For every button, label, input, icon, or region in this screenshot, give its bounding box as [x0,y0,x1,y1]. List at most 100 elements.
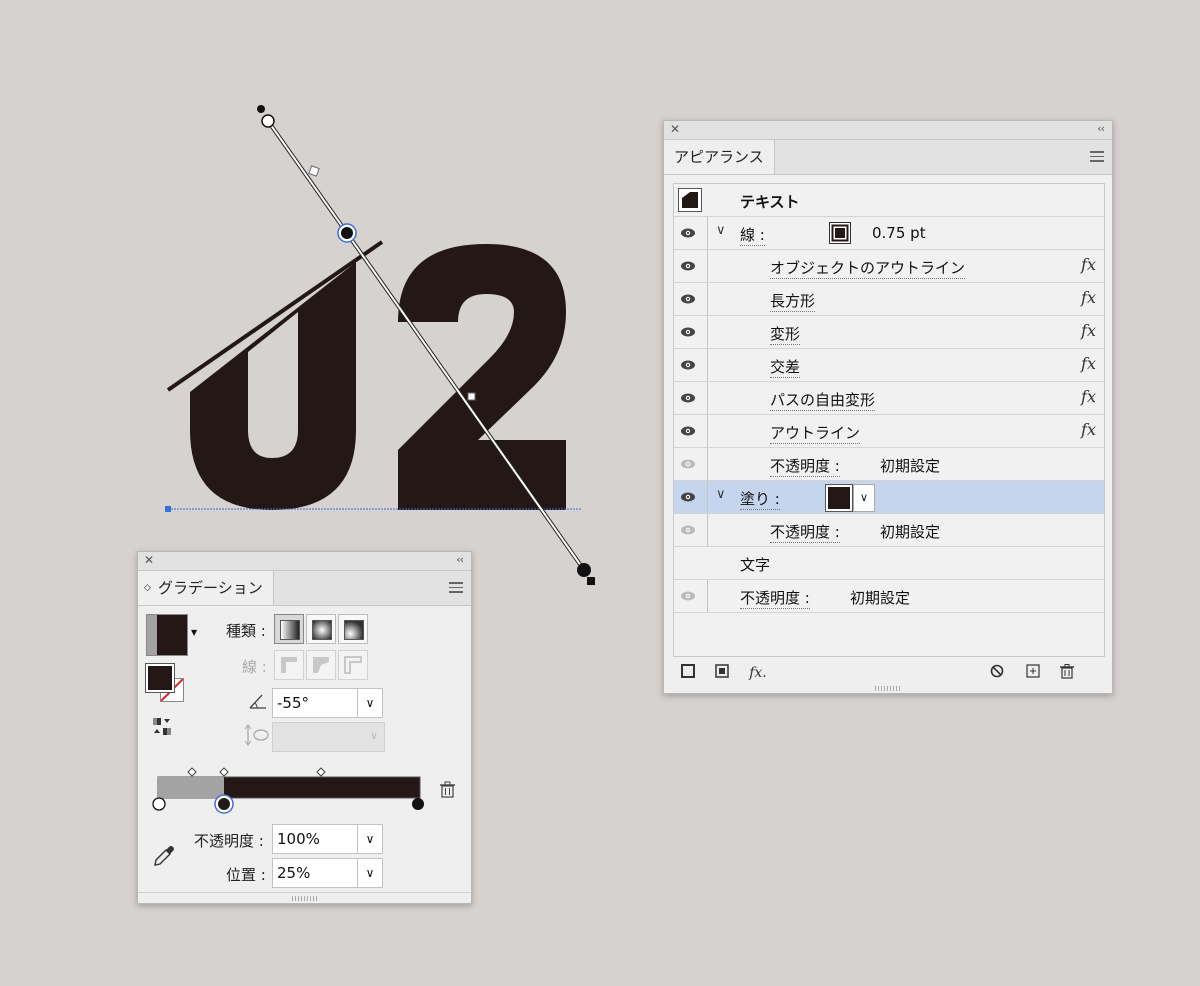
chevron-down-icon[interactable]: ∨ [716,487,726,502]
midpoint-diamond[interactable] [316,767,326,777]
opacity-label[interactable]: 不透明度 : [770,523,840,543]
appearance-row-effect-rectangle[interactable]: 長方形 fx [674,283,1104,316]
panel-menu-icon[interactable] [1090,151,1104,163]
location-dropdown[interactable]: ∨ [357,858,383,888]
opacity-dropdown[interactable]: ∨ [357,824,383,854]
color-stop-white[interactable] [152,797,166,811]
clear-appearance-icon[interactable] [988,664,1006,682]
gradient-slider[interactable] [150,762,450,828]
fx-icon[interactable]: fx [1081,387,1096,406]
effect-label[interactable]: パスの自由変形 [770,391,876,411]
radial-gradient-button[interactable] [306,614,336,644]
tab-options-toggle-icon[interactable]: ◇ [144,571,151,605]
appearance-row-effect-intersect[interactable]: 交差 fx [674,349,1104,382]
thumbnail-dropdown-icon[interactable]: ▼ [191,628,197,637]
annotator-start-stop[interactable] [261,114,275,128]
annotator-origin-dot[interactable] [257,105,265,113]
appearance-row-effect-outline[interactable]: アウトライン fx [674,415,1104,448]
appearance-row-text-object[interactable]: テキスト [674,184,1104,217]
gradient-thumbnail[interactable] [146,614,188,656]
stroke-within-button[interactable] [274,650,304,680]
fx-icon[interactable]: fx [1081,255,1096,274]
glyph-zero[interactable] [190,262,356,510]
angle-input[interactable]: -55° [272,688,359,718]
eye-icon[interactable] [680,390,696,406]
add-new-stroke-icon[interactable] [679,664,697,682]
collapse-icon[interactable]: ‹‹ [1097,122,1105,135]
eye-icon[interactable] [680,291,696,307]
fx-icon[interactable]: fx [1081,288,1096,307]
resize-grip[interactable] [875,686,901,691]
delete-stop-icon[interactable] [440,781,455,798]
baseline-anchor[interactable] [165,506,171,512]
fx-icon[interactable]: fx [1081,354,1096,373]
duplicate-item-icon[interactable] [1024,664,1042,682]
trash-icon[interactable] [1058,664,1076,682]
stroke-along-button[interactable] [306,650,336,680]
appearance-row-stroke-opacity[interactable]: 不透明度 : 初期設定 [674,448,1104,481]
fx-icon[interactable]: fx [1081,321,1096,340]
appearance-row-stroke[interactable]: ∨ 線 : 0.75 pt [674,217,1104,250]
aspect-ratio-input[interactable]: ∨ [272,722,385,752]
close-icon[interactable]: ✕ [144,553,154,567]
panel-menu-icon[interactable] [449,582,463,594]
appearance-row-characters[interactable]: 文字 [674,547,1104,580]
eyedropper-icon[interactable] [152,844,176,868]
appearance-row-object-opacity[interactable]: 不透明度 : 初期設定 [674,580,1104,613]
appearance-titlebar[interactable]: ✕ ‹‹ [664,121,1112,140]
add-effect-icon[interactable]: fx. [749,664,767,682]
close-icon[interactable]: ✕ [670,122,680,136]
characters-label[interactable]: 文字 [740,554,770,575]
opacity-label[interactable]: 不透明度 : [770,457,840,477]
annotator-midpoint-2[interactable] [467,392,476,401]
appearance-row-effect-transform[interactable]: 変形 fx [674,316,1104,349]
swap-fill-stroke-icon[interactable] [152,716,174,738]
eye-icon[interactable] [680,357,696,373]
fill-swatch[interactable] [145,663,175,693]
tab-appearance[interactable]: アピアランス [664,140,775,174]
eye-icon[interactable] [680,456,696,472]
angle-dropdown[interactable]: ∨ [357,688,383,718]
chevron-down-icon[interactable]: ∨ [716,223,726,238]
annotator-end-stop[interactable] [577,563,591,577]
add-new-fill-icon[interactable] [713,664,731,682]
eye-icon[interactable] [680,522,696,538]
tab-gradient[interactable]: ◇ グラデーション [138,571,274,605]
stroke-label[interactable]: 線 : [740,226,765,246]
glyph-two[interactable] [398,244,566,510]
eye-icon[interactable] [680,258,696,274]
fx-icon[interactable]: fx [1081,420,1096,439]
effect-label[interactable]: 交差 [770,358,801,378]
eye-icon[interactable] [680,423,696,439]
fill-swatch[interactable] [825,484,853,512]
eye-icon[interactable] [680,489,696,505]
effect-label[interactable]: アウトライン [770,424,861,444]
fill-label[interactable]: 塗り : [740,490,780,510]
resize-grip[interactable] [291,896,318,901]
midpoint-diamond[interactable] [219,767,229,777]
annotator-end-handle[interactable] [587,577,595,585]
linear-gradient-button[interactable] [274,614,304,644]
stroke-weight[interactable]: 0.75 pt [872,224,926,242]
appearance-row-effect-free-distort[interactable]: パスの自由変形 fx [674,382,1104,415]
opacity-input[interactable]: 100% [272,824,359,854]
opacity-label[interactable]: 不透明度 : [740,589,810,609]
eye-icon[interactable] [680,225,696,241]
effect-label[interactable]: オブジェクトのアウトライン [770,259,966,279]
annotator-midpoint[interactable] [308,165,320,177]
fill-swatch-dropdown[interactable]: ∨ [853,484,875,512]
stroke-across-button[interactable] [338,650,368,680]
eye-icon[interactable] [680,588,696,604]
eye-icon[interactable] [680,324,696,340]
stroke-swatch[interactable] [829,222,851,244]
midpoint-diamond[interactable] [187,767,197,777]
appearance-row-effect-outline-object[interactable]: オブジェクトのアウトライン fx [674,250,1104,283]
gradient-titlebar[interactable]: ✕ ‹‹ [138,552,471,571]
location-input[interactable]: 25% [272,858,359,888]
appearance-row-fill[interactable]: ∨ 塗り : ∨ [674,481,1104,514]
collapse-icon[interactable]: ‹‹ [456,553,464,566]
freeform-gradient-button[interactable] [338,614,368,644]
effect-label[interactable]: 変形 [770,325,801,345]
effect-label[interactable]: 長方形 [770,292,816,312]
color-stop-black[interactable] [412,798,424,810]
